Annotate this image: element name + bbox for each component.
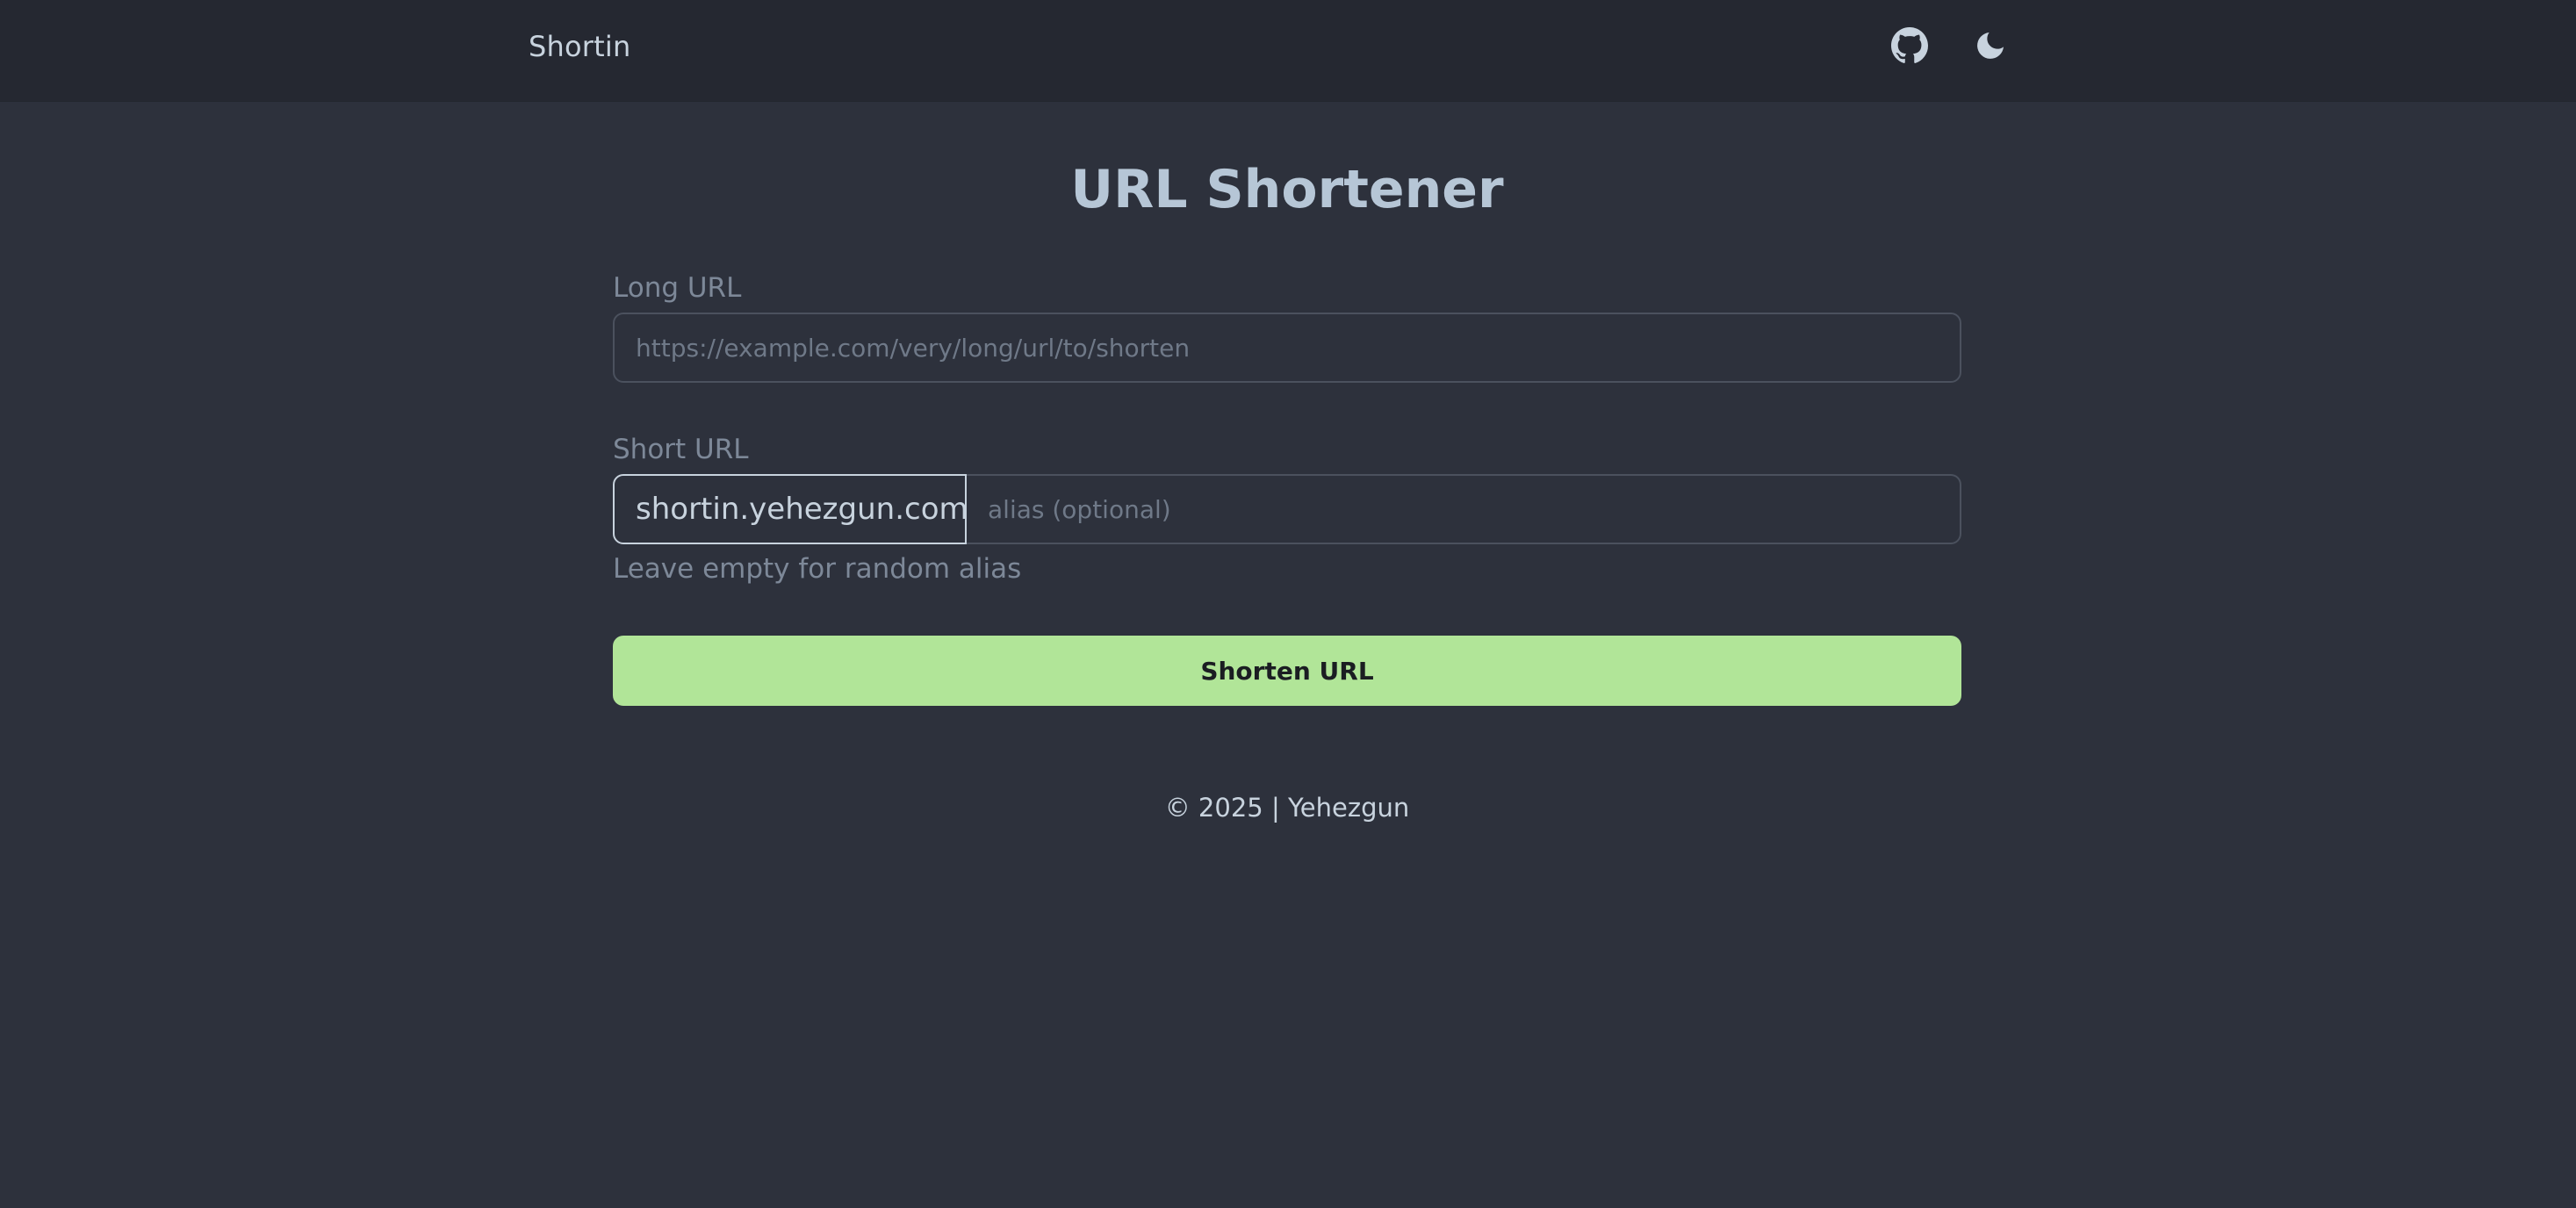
footer-text: © 2025 | Yehezgun — [1164, 793, 1410, 823]
shorten-url-button[interactable]: Shorten URL — [613, 636, 1961, 706]
alias-helper-text: Leave empty for random alias — [613, 553, 1022, 585]
alias-input[interactable] — [967, 474, 1961, 544]
navbar: Shortin — [0, 0, 2576, 102]
moon-icon[interactable] — [1969, 25, 2011, 67]
github-icon[interactable] — [1889, 25, 1931, 67]
short-url-label: Short URL — [613, 434, 749, 465]
short-url-group: shortin.yehezgun.com/ — [613, 474, 1961, 544]
long-url-input[interactable] — [613, 313, 1961, 383]
short-url-prefix: shortin.yehezgun.com/ — [613, 474, 978, 544]
page-title: URL Shortener — [1070, 159, 1504, 220]
long-url-label: Long URL — [613, 272, 742, 304]
brand-link[interactable]: Shortin — [529, 26, 630, 67]
